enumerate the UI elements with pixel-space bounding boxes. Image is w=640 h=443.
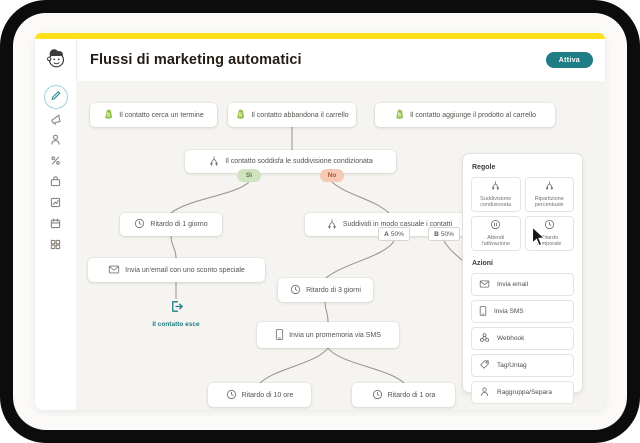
action-item-send-sms[interactable]: Invia SMS: [471, 300, 574, 323]
send-email-node[interactable]: Invia un'email con uno sconto speciale: [88, 258, 265, 282]
split-value: 50%: [441, 231, 454, 238]
delay-1-day-node[interactable]: Ritardo di 1 giorno: [120, 213, 222, 236]
webhook-icon: [479, 332, 490, 345]
node-label: Invia un promemoria via SMS: [289, 332, 381, 339]
trigger-label: Il contatto aggiunge il prodotto al carr…: [410, 112, 536, 119]
bag-icon: [49, 175, 62, 193]
chart-icon: [49, 196, 62, 214]
trigger-label: Il contatto abbandona il carrello: [251, 112, 348, 119]
clock-icon: [134, 218, 145, 231]
condition-label: Il contatto soddisfa le suddivisione con…: [225, 158, 372, 165]
shopify-icon: S: [235, 108, 246, 122]
action-item-label: Webhook: [497, 335, 524, 342]
clock-icon: [290, 284, 301, 297]
person-icon: [49, 133, 62, 151]
trigger-label: Il contatto cerca un termine: [119, 112, 203, 119]
rules-grid: Suddivisione condizionata Ripartizione p…: [471, 177, 574, 251]
split-b-badge: B50%: [428, 227, 460, 241]
rule-tile-label: Ripartizione percentuale: [528, 196, 572, 210]
delay-1-hour-node[interactable]: Ritardo di 1 ora: [352, 383, 455, 407]
sidebar-item-edit[interactable]: [44, 85, 68, 109]
sidebar-item-commerce[interactable]: [45, 173, 67, 195]
branch-yes-badge: Sì: [237, 169, 261, 182]
action-item-tag-untag[interactable]: Tag/Untag: [471, 354, 574, 377]
split-icon: [544, 180, 555, 194]
phone-icon: [275, 328, 284, 343]
exit-label: Il contatto esce: [152, 321, 199, 328]
flow-exit: Il contatto esce: [131, 299, 221, 328]
status-active-button[interactable]: Attiva: [546, 52, 593, 68]
clock-icon: [226, 389, 237, 402]
envelope-icon: [479, 279, 490, 291]
action-item-send-email[interactable]: Invia email: [471, 273, 574, 296]
sidebar-item-automations[interactable]: [45, 152, 67, 174]
split-icon: [490, 180, 501, 194]
delay-10-hours-node[interactable]: Ritardo di 10 ore: [208, 383, 311, 407]
action-item-group-ungroup[interactable]: Raggruppa/Separa: [471, 381, 574, 404]
condition-node[interactable]: Il contatto soddisfa le suddivisione con…: [185, 150, 396, 173]
rule-tile-label: Attendi l'attivazione: [474, 235, 518, 249]
split-icon: [208, 155, 220, 169]
trigger-node-add-to-cart[interactable]: S Il contatto aggiunge il prodotto al ca…: [375, 103, 555, 127]
rules-actions-panel: Regole Suddivisione condizionata Riparti…: [462, 153, 583, 393]
pencil-icon: [49, 88, 62, 106]
shopify-icon: S: [103, 108, 114, 122]
node-label: Invia un'email con uno sconto speciale: [125, 267, 245, 274]
svg-text:S: S: [107, 113, 111, 119]
sidebar-item-audience[interactable]: [45, 131, 67, 153]
app-header: Flussi di marketing automatici Attiva: [35, 39, 605, 81]
megaphone-icon: [49, 112, 62, 130]
svg-text:S: S: [239, 113, 243, 119]
rule-tile-percentage-split[interactable]: Ripartizione percentuale: [525, 177, 575, 212]
mouse-cursor: [531, 226, 547, 253]
tag-icon: [479, 359, 490, 372]
split-letter: B: [434, 231, 439, 238]
screen-background: Flussi di marketing automatici Attiva: [13, 13, 627, 430]
action-item-webhook[interactable]: Webhook: [471, 327, 574, 350]
delay-3-days-node[interactable]: Ritardo di 3 giorni: [278, 278, 373, 302]
split-a-badge: A50%: [378, 227, 410, 241]
phone-icon: [479, 305, 487, 319]
calendar-icon: [49, 217, 62, 235]
actions-section-title: Azioni: [472, 260, 574, 267]
node-label: Ritardo di 3 giorni: [306, 287, 361, 294]
node-label: Ritardo di 1 ora: [388, 392, 436, 399]
action-item-label: Invia SMS: [494, 308, 524, 315]
pause-circle-icon: [490, 219, 501, 233]
sidebar-item-reports[interactable]: [45, 194, 67, 216]
svg-text:S: S: [398, 113, 402, 119]
left-sidebar: [35, 81, 76, 410]
page-title: Flussi di marketing automatici: [90, 39, 302, 81]
envelope-icon: [108, 264, 120, 277]
split-letter: A: [384, 231, 389, 238]
action-item-label: Invia email: [497, 281, 528, 288]
split-icon: [326, 218, 338, 232]
node-label: Ritardo di 10 ore: [242, 392, 294, 399]
shopify-icon: S: [394, 108, 405, 122]
clock-icon: [372, 389, 383, 402]
percent-icon: [49, 154, 62, 172]
branch-no-badge: No: [320, 169, 344, 182]
sidebar-item-apps[interactable]: [45, 236, 67, 258]
rule-tile-wait-trigger[interactable]: Attendi l'attivazione: [471, 216, 521, 251]
sidebar-item-calendar[interactable]: [45, 215, 67, 237]
rule-tile-conditional-split[interactable]: Suddivisione condizionata: [471, 177, 521, 212]
sidebar-item-campaigns[interactable]: [45, 110, 67, 132]
rule-tile-label: Suddivisione condizionata: [474, 196, 518, 210]
exit-icon: [169, 299, 184, 319]
rules-section-title: Regole: [472, 164, 574, 171]
action-item-label: Tag/Untag: [497, 362, 527, 369]
split-value: 50%: [391, 231, 404, 238]
trigger-node-search-term[interactable]: S Il contatto cerca un termine: [90, 103, 217, 127]
logo-column[interactable]: [35, 39, 77, 81]
action-item-label: Raggruppa/Separa: [497, 389, 552, 396]
trigger-node-abandoned-cart[interactable]: S Il contatto abbandona il carrello: [228, 103, 356, 127]
mailchimp-logo-icon: [45, 46, 67, 75]
send-sms-node[interactable]: Invia un promemoria via SMS: [257, 322, 399, 348]
apps-grid-icon: [49, 238, 62, 256]
screenshot-stage: Flussi di marketing automatici Attiva: [0, 0, 640, 443]
person-icon: [479, 386, 490, 399]
node-label: Ritardo di 1 giorno: [150, 221, 207, 228]
